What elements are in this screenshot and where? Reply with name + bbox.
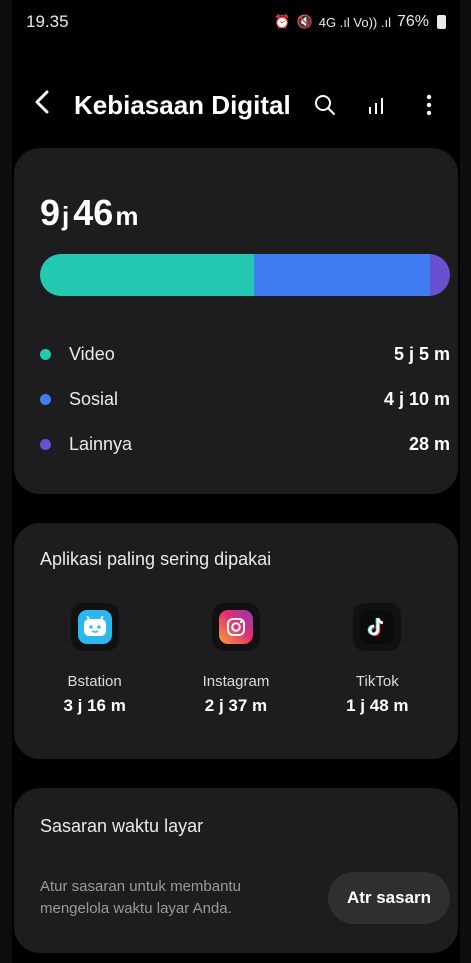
app-name: Instagram	[202, 673, 270, 690]
legend-label: Video	[69, 344, 115, 364]
status-icons: ⏰ 🔇 4G .ıl Vo)) .ıl 76%	[274, 13, 446, 31]
app-item-bstation[interactable]: Bstation 3 j 16 m	[35, 603, 155, 716]
usage-summary-card[interactable]: 9j 46m Video 5 j 5 m Sosial 4 j 10 m Lainnya 2…	[14, 148, 458, 494]
total-hours: 9	[40, 192, 61, 233]
total-minutes: 46	[73, 192, 114, 233]
app-time: 2 j 37 m	[204, 696, 268, 715]
instagram-icon	[211, 603, 260, 651]
more-options-icon[interactable]	[416, 92, 442, 118]
total-screen-time: 9j 46m	[40, 192, 142, 234]
alarm-icon: ⏰	[274, 14, 291, 29]
legend-dot-icon	[40, 394, 51, 405]
top-apps-heading: Aplikasi paling sering dipakai	[40, 549, 272, 569]
battery-level: 76%	[396, 13, 429, 30]
usage-bar-segment-sosial	[254, 254, 431, 296]
usage-legend: Video 5 j 5 m Sosial 4 j 10 m Lainnya 28 m	[40, 332, 450, 467]
legend-value: 28 m	[408, 434, 450, 454]
hour-unit: j	[62, 201, 70, 231]
set-goal-button[interactable]: Atr sasarn	[328, 872, 450, 924]
legend-value: 5 j 5 m	[393, 344, 450, 364]
mute-icon: 🔇	[296, 14, 313, 29]
battery-icon	[437, 15, 446, 29]
app-time: 3 j 16 m	[63, 696, 126, 715]
minute-unit: m	[115, 201, 139, 231]
legend-item: Lainnya 28 m	[40, 422, 450, 467]
back-arrow-icon[interactable]	[34, 88, 74, 122]
status-bar: 19.35 ⏰ 🔇 4G .ıl Vo)) .ıl 76%	[12, 0, 460, 44]
legend-dot-icon	[40, 439, 51, 450]
status-time: 19.35	[26, 12, 69, 31]
goal-title: Sasaran waktu layar	[40, 816, 204, 836]
legend-item: Sosial 4 j 10 m	[40, 377, 450, 422]
goal-description: Atur sasaran untuk membantu mengelola wa…	[40, 878, 241, 917]
app-name: TikTok	[355, 673, 399, 690]
legend-label: Sosial	[69, 389, 119, 409]
bstation-icon	[70, 603, 119, 651]
chart-icon[interactable]	[364, 92, 390, 118]
search-icon[interactable]	[312, 92, 338, 118]
app-bar-actions	[312, 92, 442, 118]
app-item-tiktok[interactable]: TikTok 1 j 48 m	[317, 603, 437, 716]
usage-bar-segment-video	[40, 254, 255, 296]
page-title: Kebiasaan Digital	[74, 89, 291, 120]
usage-stacked-bar	[40, 254, 450, 296]
screen-time-goal-card: Sasaran waktu layar Atur sasaran untuk m…	[14, 788, 458, 953]
top-apps-card: Aplikasi paling sering dipakai Bstation …	[14, 523, 458, 759]
top-apps-list: Bstation 3 j 16 m Instagram 2 j 37 m Tik…	[14, 603, 458, 716]
legend-dot-icon	[40, 349, 51, 360]
app-bar: Kebiasaan Digital	[12, 80, 460, 130]
legend-item: Video 5 j 5 m	[40, 332, 450, 377]
legend-value: 4 j 10 m	[383, 389, 450, 409]
app-name: Bstation	[67, 673, 122, 690]
legend-label: Lainnya	[69, 434, 133, 454]
usage-bar-segment-lainnya	[430, 254, 450, 296]
tiktok-icon	[353, 603, 402, 651]
app-item-instagram[interactable]: Instagram 2 j 37 m	[176, 603, 296, 716]
phone-screen: 19.35 ⏰ 🔇 4G .ıl Vo)) .ıl 76% Kebiasaan …	[12, 0, 460, 963]
signal-indicator: 4G .ıl Vo)) .ıl	[318, 14, 391, 30]
app-time: 1 j 48 m	[346, 696, 409, 715]
